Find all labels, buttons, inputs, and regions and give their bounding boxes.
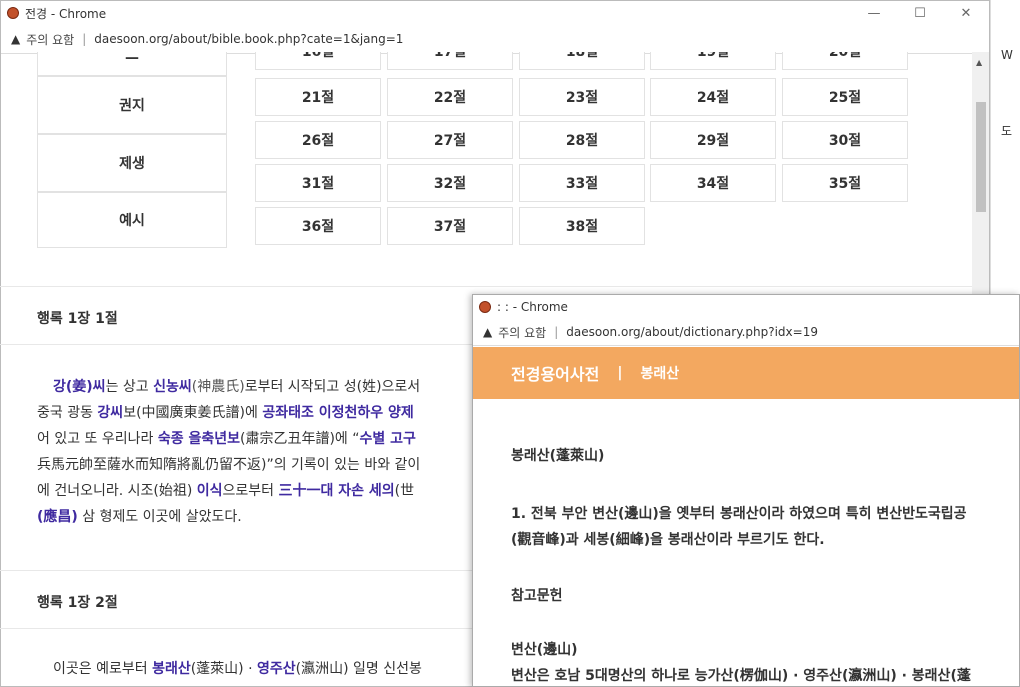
security-label[interactable]: 주의 요함	[26, 31, 74, 48]
verse-cell[interactable]: 22절	[387, 78, 513, 116]
row-head-gwonji[interactable]: 권지	[37, 76, 227, 134]
favicon-icon	[7, 7, 19, 19]
verse-cell[interactable]: 17절	[387, 52, 513, 70]
verse-cell[interactable]: 28절	[519, 121, 645, 159]
verse-cell[interactable]: 30절	[782, 121, 908, 159]
dictionary-term: 봉래산	[640, 366, 680, 382]
definition-line: (觀音峰)과 세봉(細峰)을 봉래산이라 부르기도 한다.	[511, 532, 825, 548]
verse-cell[interactable]: 24절	[650, 78, 776, 116]
verse-text: 강(姜)씨는 상고 신농씨(神農氏)로부터 시작되고 성(姓)으로서중국 광동 …	[37, 374, 477, 530]
verse-line: 이곳은 예로부터 봉래산(蓬萊山) · 영주산(瀛洲山) 일명 신선봉	[53, 661, 422, 677]
verse-cell[interactable]: 29절	[650, 121, 776, 159]
background-window[interactable]: W 도	[990, 0, 1020, 294]
popup-window-title: : : - Chrome	[497, 300, 568, 314]
verse-cell[interactable]: 34절	[650, 164, 776, 202]
popup-title-bar[interactable]: : : - Chrome	[473, 295, 1019, 319]
verse-line: 兵馬元帥至薩水而知隋將亂仍留不返)”의 기록이 있는 바와 같이	[37, 457, 421, 473]
verse-cell[interactable]: 27절	[387, 121, 513, 159]
verse-cell[interactable]: 16절	[255, 52, 381, 70]
row-head-yesi[interactable]: 예시	[37, 192, 227, 248]
term-heading: 봉래산(蓬萊山)	[511, 448, 605, 464]
verse-cell[interactable]: 36절	[255, 207, 381, 245]
verse-cell[interactable]: 26절	[255, 121, 381, 159]
verse-cell[interactable]: 38절	[519, 207, 645, 245]
window-title: 전경 - Chrome	[25, 6, 107, 21]
close-button[interactable]: ✕	[943, 6, 989, 21]
verse-cell[interactable]: 20절	[782, 52, 908, 70]
verse-cell[interactable]: 23절	[519, 78, 645, 116]
main-title-bar[interactable]: 전경 - Chrome — ☐ ✕	[1, 1, 989, 25]
verse-title-2: 행록 1장 2절	[37, 595, 118, 611]
verse-cell[interactable]: 33절	[519, 164, 645, 202]
verse-cell[interactable]: 18절	[519, 52, 645, 70]
warning-icon[interactable]: ▲	[11, 32, 20, 46]
verse-cell[interactable]: 37절	[387, 207, 513, 245]
verse-cell[interactable]: 35절	[782, 164, 908, 202]
scrollbar-thumb[interactable]	[976, 102, 986, 212]
verse-cell[interactable]: 25절	[782, 78, 908, 116]
url-text[interactable]: daesoon.org/about/bible.book.php?cate=1&…	[94, 32, 403, 46]
security-label[interactable]: 주의 요함	[498, 324, 546, 341]
dictionary-banner: 전경용어사전 | 봉래산	[473, 347, 1019, 399]
row-head-partial: —	[37, 52, 227, 76]
maximize-button[interactable]: ☐	[897, 6, 943, 21]
reference-line: 변산은 호남 5대명산의 하나로 능가산(楞伽山) · 영주산(瀛洲山) · 봉…	[511, 668, 971, 684]
verse-line: 강(姜)씨는 상고 신농씨(神農氏)로부터 시작되고 성(姓)으로서	[53, 379, 421, 395]
verse-cell[interactable]: 21절	[255, 78, 381, 116]
references-heading: 참고문헌	[511, 588, 563, 604]
verse-line: 어 있고 또 우리나라 숙종 을축년보(肅宗乙丑年譜)에 “수별 고구	[37, 431, 416, 447]
definition-line: 1. 전북 부안 변산(邊山)을 옛부터 봉래산이라 하였으며 특히 변산반도국…	[511, 506, 967, 522]
verse-line: (應昌) 삼 형제도 이곳에 살았도다.	[37, 509, 242, 525]
dictionary-title[interactable]: 전경용어사전	[511, 361, 599, 385]
address-bar[interactable]: ▲ 주의 요함 | daesoon.org/about/bible.book.p…	[1, 25, 989, 54]
popup-address-bar[interactable]: ▲ 주의 요함 | daesoon.org/about/dictionary.p…	[473, 319, 1019, 346]
verse-line: 중국 광동 강씨보(中國廣東姜氏譜)에 공좌태조 이정천하우 양제	[37, 405, 414, 421]
verse-title: 행록 1장 1절	[37, 311, 118, 327]
verse-text-2: 이곳은 예로부터 봉래산(蓬萊山) · 영주산(瀛洲山) 일명 신선봉	[37, 656, 477, 682]
warning-icon[interactable]: ▲	[483, 325, 492, 339]
scroll-up-icon[interactable]: ▲	[976, 58, 982, 67]
minimize-button[interactable]: —	[851, 6, 897, 21]
favicon-icon	[479, 301, 491, 313]
verse-line: 에 건너오니라. 시조(始祖) 이식으로부터 三十一대 자손 세의(世	[37, 483, 415, 499]
verse-cell[interactable]: 19절	[650, 52, 776, 70]
url-text[interactable]: daesoon.org/about/dictionary.php?idx=19	[566, 325, 818, 339]
row-head-jesaeng[interactable]: 제생	[37, 134, 227, 192]
verse-cell[interactable]: 31절	[255, 164, 381, 202]
verse-cell[interactable]: 32절	[387, 164, 513, 202]
reference-title: 변산(邊山)	[511, 642, 578, 658]
dictionary-popup-window: : : - Chrome ▲ 주의 요함 | daesoon.org/about…	[472, 294, 1020, 687]
